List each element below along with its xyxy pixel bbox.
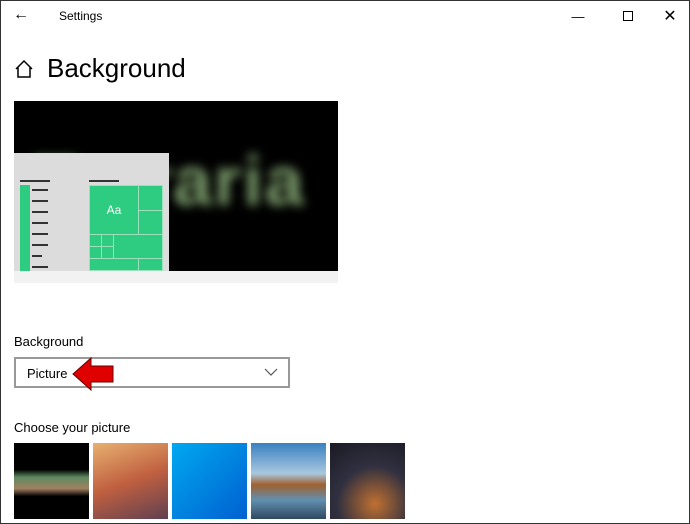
close-button[interactable]: ✕	[647, 1, 690, 31]
title-bar: ← Settings — ✕	[1, 1, 689, 31]
thumbnail-anime-sunset[interactable]	[93, 443, 168, 519]
back-arrow-icon[interactable]: ←	[13, 6, 29, 24]
thumbnail-night-sky-tent[interactable]	[330, 443, 405, 519]
preview-wallpaper: Terraria Aa	[14, 101, 338, 271]
thumbnail-windows-blue[interactable]	[172, 443, 247, 519]
window-title: Settings	[59, 9, 103, 23]
chevron-down-icon	[264, 368, 278, 376]
picture-thumbnails	[14, 443, 405, 519]
annotation-arrow-icon	[72, 356, 114, 392]
home-icon[interactable]	[13, 58, 35, 80]
thumbnail-terraria[interactable]	[14, 443, 89, 519]
background-preview: Terraria Aa	[14, 101, 338, 283]
dropdown-value: Picture	[27, 366, 68, 381]
background-label: Background	[14, 334, 84, 349]
thumbnail-beach-rocks[interactable]	[251, 443, 326, 519]
preview-tile: Aa	[89, 185, 139, 235]
background-dropdown[interactable]: Picture	[14, 357, 290, 388]
page-title: Background	[47, 53, 186, 83]
minimize-button[interactable]: —	[555, 1, 601, 31]
choose-picture-label: Choose your picture	[14, 420, 131, 435]
page-header: Background	[13, 53, 186, 84]
maximize-button[interactable]	[605, 1, 651, 31]
preview-start-menu: Aa	[14, 153, 169, 271]
